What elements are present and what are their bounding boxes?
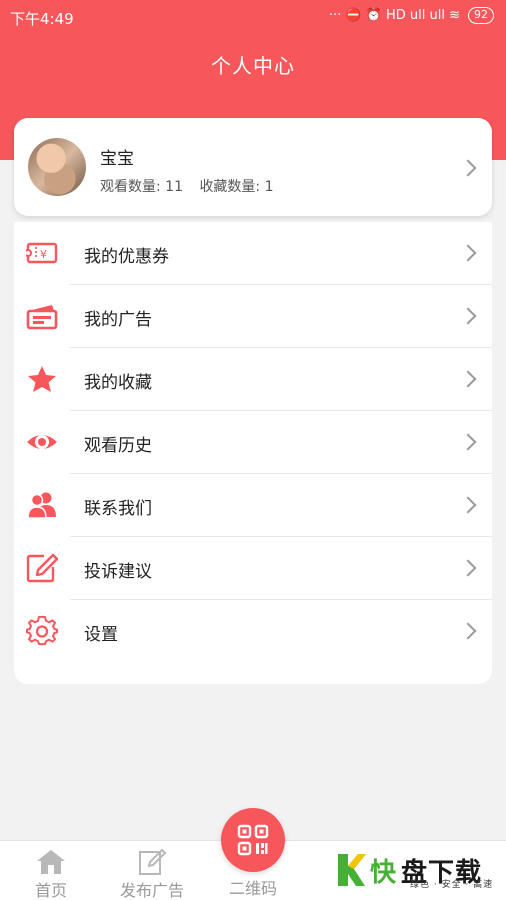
qrcode-icon [237, 824, 269, 856]
avatar [28, 138, 86, 196]
menu-item-coupons[interactable]: ¥ 我的优惠券 [14, 222, 492, 285]
chevron-right-icon [459, 433, 477, 451]
tab-qrcode[interactable]: 二维码 [216, 875, 290, 900]
profile-name: 宝宝 [100, 149, 134, 169]
ad-card-icon [26, 305, 58, 330]
watermark-tagline: 绿色 · 安全 · 高速 [410, 880, 494, 890]
tab-home[interactable]: 首页 [20, 841, 82, 900]
chevron-right-icon [459, 559, 477, 577]
views-count: 观看数量: 11 [100, 179, 183, 195]
home-icon [37, 850, 65, 874]
profile-stats: 观看数量: 11 收藏数量: 1 [100, 176, 286, 196]
tab-label: 发布广告 [119, 881, 184, 900]
qrcode-button[interactable] [221, 808, 285, 872]
svg-text:¥: ¥ [40, 248, 47, 261]
contacts-icon [27, 492, 56, 519]
chevron-right-icon [459, 244, 477, 262]
menu-item-label: 设置 [84, 625, 118, 645]
menu-item-feedback[interactable]: 投诉建议 [14, 537, 492, 600]
edit-icon [26, 553, 58, 583]
menu-item-label: 联系我们 [84, 499, 152, 519]
menu-item-label: 我的优惠券 [84, 247, 169, 267]
eye-icon [27, 435, 57, 449]
tab-label: 首页 [34, 881, 67, 900]
status-indicators: ··· ⛔ ⏰ HD ull ull ≋ 92 [329, 7, 494, 24]
chevron-right-icon [459, 496, 477, 514]
chevron-right-icon [459, 159, 477, 177]
menu-item-contact[interactable]: 联系我们 [14, 474, 492, 537]
menu-item-label: 观看历史 [84, 436, 152, 456]
profile-card[interactable]: 宝宝 观看数量: 11 收藏数量: 1 [14, 118, 492, 216]
star-icon [28, 366, 56, 392]
menu-item-history[interactable]: 观看历史 [14, 411, 492, 474]
chevron-right-icon [459, 370, 477, 388]
menu-item-label: 投诉建议 [84, 562, 152, 582]
menu-item-label: 我的收藏 [84, 373, 152, 393]
watermark-logo-icon [338, 854, 366, 886]
chevron-right-icon [459, 307, 477, 325]
menu-item-favorites[interactable]: 我的收藏 [14, 348, 492, 411]
favorites-count: 收藏数量: 1 [199, 179, 274, 195]
menu-item-settings[interactable]: 设置 [14, 600, 492, 663]
status-bar: 下午4:49 ··· ⛔ ⏰ HD ull ull ≋ 92 [0, 0, 506, 34]
watermark-logo-char: 快 [370, 857, 398, 888]
battery-icon: 92 [468, 7, 494, 24]
menu-list: ¥ 我的优惠券 我的广告 我的收藏 观看历史 联系我们 投诉建议 设置 [14, 222, 492, 684]
tab-publish[interactable]: 发布广告 [112, 841, 192, 900]
page-title: 个人中心 [211, 54, 295, 78]
site-watermark: 快 盘下载 绿色 · 安全 · 高速 [336, 846, 502, 894]
menu-item-ads[interactable]: 我的广告 [14, 285, 492, 348]
status-time: 下午4:49 [10, 10, 74, 28]
tab-label: 二维码 [228, 879, 277, 898]
coupon-icon: ¥ [26, 242, 58, 264]
status-icons: ··· ⛔ ⏰ HD ull ull ≋ [328, 8, 460, 23]
menu-item-label: 我的广告 [84, 310, 152, 330]
compose-icon [139, 849, 167, 875]
chevron-right-icon [459, 622, 477, 640]
gear-icon [26, 616, 58, 646]
